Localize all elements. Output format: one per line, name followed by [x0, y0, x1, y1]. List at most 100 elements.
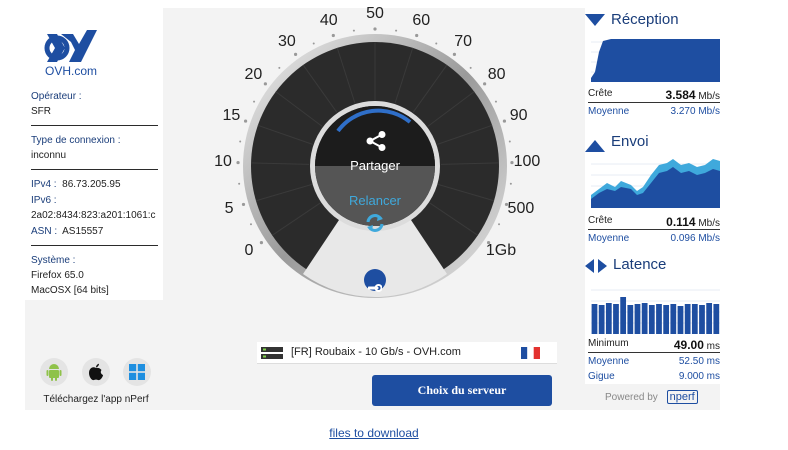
gauge-dot — [508, 140, 511, 143]
gauge-dot — [239, 140, 242, 143]
upload-chart — [591, 159, 720, 208]
gauge-tick-label: 30 — [277, 33, 296, 51]
restart-button[interactable]: Relancer — [335, 193, 415, 208]
latency-avg-value: 52.50 ms — [678, 356, 720, 367]
android-app-button[interactable] — [40, 358, 68, 386]
divider — [588, 352, 720, 353]
share-icon[interactable] — [365, 130, 387, 152]
windows-icon — [129, 364, 145, 380]
gauge-dot — [236, 160, 240, 165]
ipv6-value: 2a02:8434:823:a201:1061:c — [31, 210, 156, 221]
asn-value: AS15557 — [62, 226, 104, 237]
powered-by: Powered by nperf — [605, 390, 698, 404]
gauge-dot — [452, 52, 457, 56]
refresh-icon[interactable] — [364, 212, 386, 234]
latency-min-value: 49.00 — [673, 338, 704, 352]
latency-bar — [713, 304, 720, 334]
server-info: [FR] Roubaix - 10 Gb/s - OVH.com — [257, 342, 557, 364]
reception-avg-value: 3.270 Mb/s — [670, 106, 720, 117]
connection-type-label: Type de connexion : — [31, 135, 121, 146]
gauge-dot — [243, 119, 248, 123]
download-arrow-icon — [585, 14, 605, 26]
wrench-icon — [368, 284, 382, 292]
latency-bar — [598, 305, 605, 334]
gauge-tick-label: 0 — [244, 241, 254, 259]
gauge-dot — [483, 82, 487, 86]
gauge-dot — [395, 29, 398, 32]
ipv4-label: IPv4 : — [31, 179, 57, 190]
reception-avg-label: Moyenne — [588, 106, 630, 117]
choose-server-button[interactable]: Choix du serveur — [372, 375, 552, 406]
latency-bar — [656, 304, 662, 334]
upload-avg-label: Moyenne — [588, 233, 630, 244]
upload-peak-label: Crête — [588, 215, 613, 226]
gauge-dot — [241, 202, 246, 207]
upload-title: Envoi — [611, 133, 649, 150]
latency-bar — [691, 304, 698, 334]
share-button[interactable]: Partager — [335, 158, 415, 173]
upload-peak: 0.114 Mb/s — [666, 215, 720, 229]
latency-chart — [591, 289, 720, 334]
gauge-dot — [263, 82, 267, 86]
reception-title: Réception — [611, 11, 679, 28]
gauge-dot — [312, 42, 315, 45]
reception-peak-value: 3.584 — [665, 88, 696, 102]
reception-peak-unit: Mb/s — [698, 91, 720, 102]
latency-title: Latence — [613, 256, 667, 273]
ios-app-button[interactable] — [82, 358, 110, 386]
latency-bar — [684, 304, 691, 334]
asn-label: ASN : — [31, 226, 58, 237]
latency-bar — [706, 303, 713, 334]
system-os: MacOSX [64 bits] — [31, 285, 109, 296]
latency-bar — [620, 297, 627, 334]
system-browser: Firefox 65.0 — [31, 270, 84, 281]
latency-bar — [699, 305, 705, 334]
operator-value: SFR — [31, 106, 51, 117]
upload-avg-value: 0.096 Mb/s — [670, 233, 720, 244]
latency-bar — [677, 306, 684, 334]
speed-gauge: Partager Relancer 0 5 10 15 20 30 40 50 60 70 80 90… — [210, 5, 540, 326]
gauge-dot — [469, 66, 472, 69]
gauge-tick-label: 500 — [507, 199, 535, 217]
latency-min-label: Minimum — [588, 338, 629, 349]
gauge-dot — [253, 100, 256, 103]
latency-jitter-value: 9.000 ms — [678, 371, 720, 382]
asn-row: ASN : AS15557 — [31, 226, 103, 237]
latency-bar — [605, 303, 612, 334]
ovh-logo-icon — [44, 30, 97, 62]
latency-panel: Latence Minimum 49.00 ms Moyenne 52.50 m… — [585, 254, 720, 384]
gauge-tick-label: 20 — [244, 65, 263, 83]
latency-min: 49.00 ms — [674, 338, 720, 352]
upload-arrow-icon — [585, 140, 605, 152]
brand-name: OVH.com — [44, 64, 97, 78]
server-icon — [261, 347, 283, 359]
ipv4-row: IPv4 : 86.73.205.95 — [31, 179, 121, 190]
reception-chart — [591, 39, 720, 82]
divider — [31, 125, 158, 126]
upload-panel: Envoi Crête 0.114 Mb/s Moyenne 0.096 Mb/… — [585, 131, 720, 256]
download-app-label: Téléchargez l'app nPerf — [43, 394, 149, 405]
powered-by-label: Powered by — [605, 392, 658, 403]
gauge-dot — [509, 182, 512, 185]
gauge-tick-label: 15 — [222, 107, 241, 125]
latency-avg-label: Moyenne — [588, 356, 630, 367]
info-panel: OVH.com Opérateur : SFR Type de connexio… — [25, 8, 167, 410]
system-label: Système : — [31, 255, 76, 266]
reception-peak-label: Crête — [588, 88, 613, 99]
files-to-download-link[interactable]: files to download — [0, 426, 748, 440]
nperf-logo[interactable]: nperf — [666, 390, 698, 404]
gauge-tick-label: 50 — [366, 5, 384, 22]
latency-bar — [613, 304, 619, 334]
divider — [588, 229, 720, 230]
windows-app-button[interactable] — [123, 358, 151, 386]
gauge-dot — [498, 223, 501, 226]
gauge-tick-label: 40 — [319, 12, 338, 30]
latency-bar — [634, 304, 641, 334]
android-icon — [46, 364, 62, 381]
gauge-dot — [494, 100, 497, 103]
gauge-dot — [293, 52, 298, 56]
connection-type-value: inconnu — [31, 150, 67, 161]
gauge-dot — [435, 42, 438, 45]
gauge-dot — [238, 182, 241, 185]
speedtest-widget: OVH.com Opérateur : SFR Type de connexio… — [25, 5, 720, 410]
